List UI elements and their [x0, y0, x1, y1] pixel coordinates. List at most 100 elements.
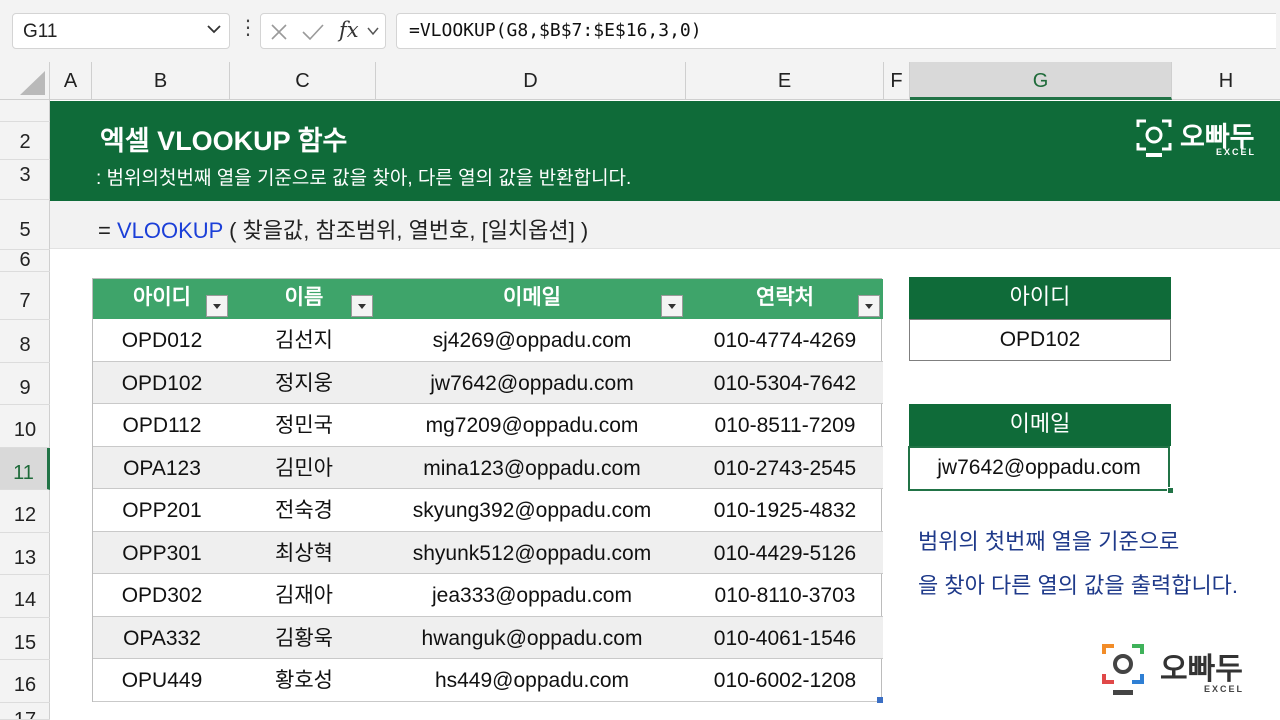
filter-dropdown-icon[interactable]	[206, 295, 228, 317]
cell-email[interactable]: hwanguk@oppadu.com	[377, 617, 687, 659]
table-row: OPP301 최상혁 shyunk512@oppadu.com 010-4429-51…	[93, 531, 883, 574]
note-line-2: 을 찾아 다른 열의 값을 출력합니다.	[918, 573, 1239, 598]
cell-phone[interactable]: 010-8110-3703	[687, 574, 883, 616]
cell-phone[interactable]: 010-4429-5126	[687, 532, 883, 574]
insert-function-icon[interactable]: fx	[339, 18, 359, 42]
syntax-arguments: ( 찾을값, 참조범위, 열번호, [일치옵션] )	[222, 218, 589, 243]
chevron-down-icon[interactable]	[367, 27, 379, 36]
row-header-14[interactable]: 14	[0, 575, 50, 618]
enter-check-icon[interactable]	[301, 22, 325, 42]
column-header-a[interactable]: A	[50, 62, 92, 100]
name-box-value: G11	[23, 21, 58, 42]
cell-phone[interactable]: 010-4774-4269	[687, 319, 883, 361]
column-header-c[interactable]: C	[230, 62, 376, 100]
column-header-e[interactable]: E	[686, 62, 884, 100]
row-header-7[interactable]: 7	[0, 272, 50, 320]
row-header-12[interactable]: 12	[0, 490, 50, 533]
cell-name[interactable]: 황호성	[231, 659, 377, 701]
logo-subtext: EXCEL	[1216, 147, 1257, 157]
cell-email[interactable]: skyung392@oppadu.com	[377, 489, 687, 531]
table-resize-handle[interactable]	[877, 697, 883, 703]
lookup-id-label: 아이디	[909, 277, 1171, 319]
column-header-b[interactable]: B	[92, 62, 230, 100]
cell-phone[interactable]: 010-4061-1546	[687, 617, 883, 659]
cell-name[interactable]: 전숙경	[231, 489, 377, 531]
cell-phone[interactable]: 010-1925-4832	[687, 489, 883, 531]
row-header-1[interactable]	[0, 100, 50, 122]
row-header-6[interactable]: 6	[0, 250, 50, 272]
row-header-5[interactable]: 5	[0, 200, 50, 250]
cell-email[interactable]: mg7209@oppadu.com	[377, 404, 687, 446]
cell-email[interactable]: mina123@oppadu.com	[377, 447, 687, 489]
cell-id[interactable]: OPA123	[93, 447, 231, 489]
lookup-email-result-cell[interactable]: jw7642@oppadu.com	[908, 446, 1170, 491]
fill-handle[interactable]	[1167, 487, 1174, 494]
cell-id[interactable]: OPD012	[93, 319, 231, 361]
cell-name[interactable]: 김선지	[231, 319, 377, 361]
name-box[interactable]: G11	[12, 13, 230, 49]
row-header-15[interactable]: 15	[0, 618, 50, 660]
cell-id[interactable]: OPA332	[93, 617, 231, 659]
filter-dropdown-icon[interactable]	[858, 295, 880, 317]
column-header-g[interactable]: G	[910, 62, 1172, 100]
cell-id[interactable]: OPD102	[93, 362, 231, 404]
cell-id[interactable]: OPP301	[93, 532, 231, 574]
column-header-f[interactable]: F	[884, 62, 910, 100]
cell-name[interactable]: 김민아	[231, 447, 377, 489]
row-header-17[interactable]: 17	[0, 703, 50, 720]
cell-email[interactable]: jw7642@oppadu.com	[377, 362, 687, 404]
column-header-h[interactable]: H	[1172, 62, 1280, 100]
footer-logo-text: 오빠두	[1160, 653, 1243, 686]
row-header-3[interactable]: 3	[0, 160, 50, 200]
select-all-triangle-icon	[20, 71, 45, 95]
cell-name[interactable]: 김황욱	[231, 617, 377, 659]
syntax-text: = VLOOKUP ( 찾을값, 참조범위, 열번호, [일치옵션] )	[98, 213, 588, 245]
filter-dropdown-icon[interactable]	[661, 295, 683, 317]
row-header-2[interactable]: 2	[0, 122, 50, 160]
cell-phone[interactable]: 010-6002-1208	[687, 659, 883, 701]
cell-name[interactable]: 정민국	[231, 404, 377, 446]
cell-name[interactable]: 최상혁	[231, 532, 377, 574]
table-row: OPA123 김민아 mina123@oppadu.com 010-2743-2545	[93, 446, 883, 489]
cell-email[interactable]: jea333@oppadu.com	[377, 574, 687, 616]
chevron-down-icon[interactable]	[207, 24, 221, 34]
table-row: OPD102 정지웅 jw7642@oppadu.com 010-5304-7642	[93, 361, 883, 404]
row-header-9[interactable]: 9	[0, 363, 50, 405]
more-options-icon[interactable]: ⋮	[238, 18, 258, 38]
lookup-id-input[interactable]: OPD102	[909, 319, 1171, 361]
cell-id[interactable]: OPD112	[93, 404, 231, 446]
cell-phone[interactable]: 010-2743-2545	[687, 447, 883, 489]
select-all-corner[interactable]	[0, 62, 50, 100]
filter-dropdown-icon[interactable]	[351, 295, 373, 317]
footer-logo-subtext: EXCEL	[1204, 684, 1245, 694]
row-header-11[interactable]: 11	[0, 447, 50, 490]
row-header-16[interactable]: 16	[0, 660, 50, 703]
formula-input[interactable]: =VLOOKUP(G8,$B$7:$E$16,3,0)	[396, 13, 1276, 49]
row-header-8[interactable]: 8	[0, 320, 50, 363]
page-subtitle: : 범위의첫번째 열을 기준으로 값을 찾아, 다른 열의 값을 반환합니다.	[96, 168, 632, 189]
header-phone: 연락처	[756, 286, 814, 309]
formula-actions: fx	[260, 13, 386, 49]
row-header-13[interactable]: 13	[0, 533, 50, 575]
cell-id[interactable]: OPP201	[93, 489, 231, 531]
title-banner: 엑셀 VLOOKUP 함수 : 범위의첫번째 열을 기준으로 값을 찾아, 다른…	[50, 101, 1280, 201]
column-header-d[interactable]: D	[376, 62, 686, 100]
data-table: 아이디 이름 이메일 연락처 OPD012 김선지 sj4269@oppadu.co…	[92, 278, 883, 703]
table-header-row: 아이디 이름 이메일 연락처	[93, 279, 883, 319]
cell-phone[interactable]: 010-5304-7642	[687, 362, 883, 404]
note-line-1: 범위의 첫번째 열을 기준으로	[918, 529, 1180, 554]
table-row: OPP201 전숙경 skyung392@oppadu.com 010-1925-48…	[93, 489, 883, 532]
cell-email[interactable]: shyunk512@oppadu.com	[377, 532, 687, 574]
cell-email[interactable]: sj4269@oppadu.com	[377, 319, 687, 361]
cell-id[interactable]: OPD302	[93, 574, 231, 616]
lookup-email-label: 이메일	[909, 404, 1171, 446]
cell-name[interactable]: 정지웅	[231, 362, 377, 404]
oppadu-logo-icon	[1136, 119, 1172, 157]
page-title: 엑셀 VLOOKUP 함수	[100, 126, 348, 156]
cell-email[interactable]: hs449@oppadu.com	[377, 659, 687, 701]
cancel-icon[interactable]	[269, 22, 289, 42]
cell-id[interactable]: OPU449	[93, 659, 231, 701]
cell-phone[interactable]: 010-8511-7209	[687, 404, 883, 446]
cell-name[interactable]: 김재아	[231, 574, 377, 616]
row-header-10[interactable]: 10	[0, 405, 50, 448]
